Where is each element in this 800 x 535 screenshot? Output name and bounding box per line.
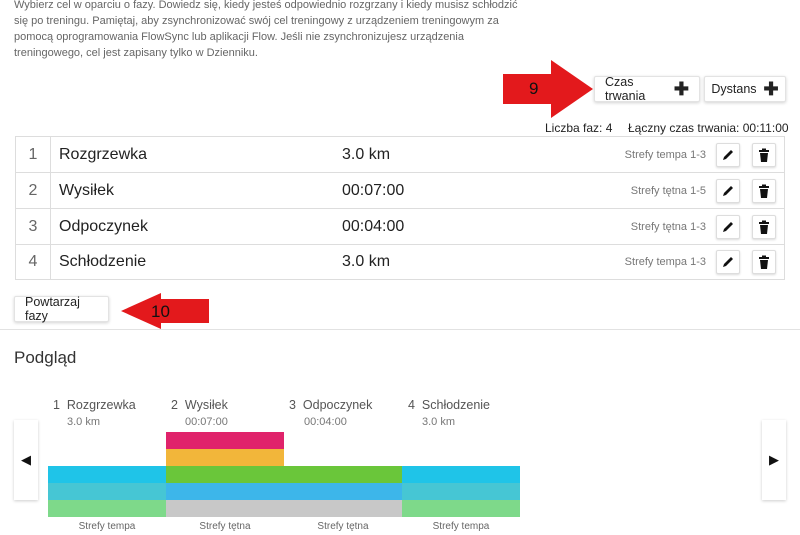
hr-zone-5-bar: [166, 432, 284, 449]
preview-zone-label: Strefy tempa: [78, 521, 136, 532]
hr-zone-3-bar: [284, 466, 402, 483]
hr-zone-2-bar: [166, 483, 284, 500]
preview-zone-label: Strefy tempa: [432, 521, 490, 532]
hr-zone-1-bar: [166, 500, 284, 517]
hr-zone-4-bar: [166, 449, 284, 466]
pace-zone-1-bar: [48, 500, 166, 517]
preview-zone-label: Strefy tętna: [317, 521, 369, 532]
pace-zone-3-bar: [48, 466, 166, 483]
preview-zone-label: Strefy tętna: [199, 521, 251, 532]
preview-zone-bars: [48, 432, 520, 517]
pace-zone-3-bar: [402, 466, 520, 483]
hr-zone-2-bar: [284, 483, 402, 500]
pace-zone-2-bar: [402, 483, 520, 500]
hr-zone-3-bar: [166, 466, 284, 483]
hr-zone-1-bar: [284, 500, 402, 517]
pace-zone-2-bar: [48, 483, 166, 500]
pace-zone-1-bar: [402, 500, 520, 517]
